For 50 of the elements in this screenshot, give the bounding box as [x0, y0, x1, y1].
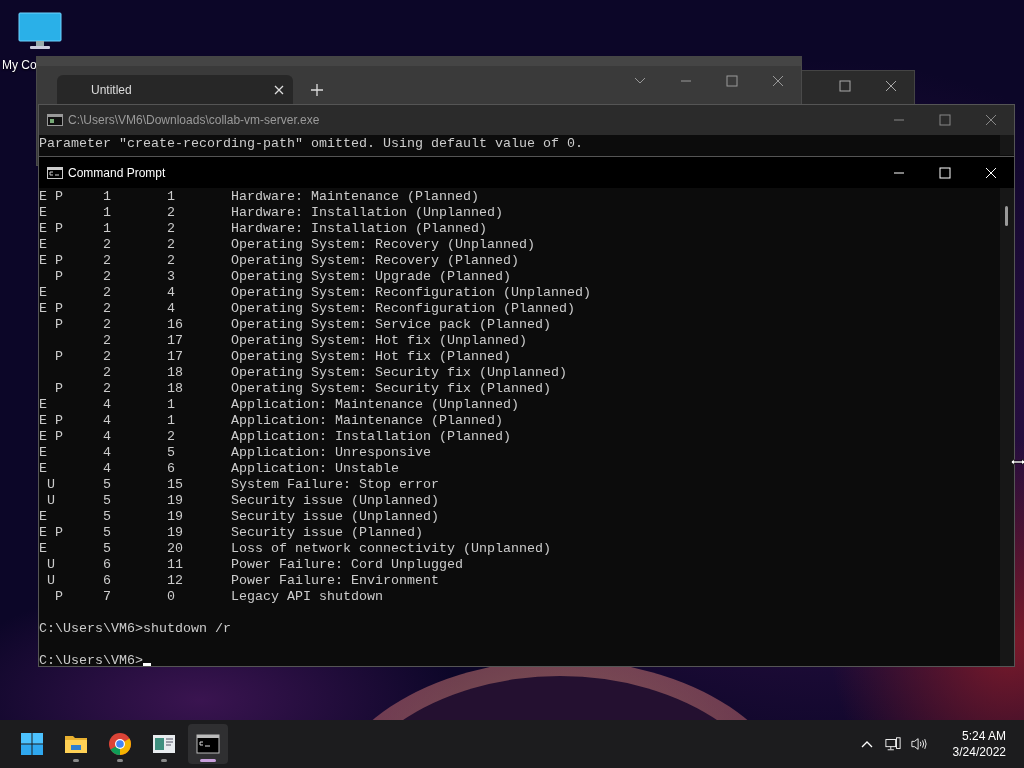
terminal-icon — [196, 732, 220, 756]
tab[interactable]: Untitled — [57, 75, 293, 105]
terminal-line: E P 4 1 Application: Maintenance (Planned) — [39, 413, 504, 429]
terminal-line: E 1 2 Hardware: Installation (Unplanned) — [39, 205, 504, 221]
terminal-line: U 5 19 Security issue (Unplanned) — [46, 493, 440, 509]
close-icon[interactable] — [273, 84, 285, 96]
plus-icon[interactable] — [310, 83, 324, 97]
terminal-line: U 5 15 System Failure: Stop error — [46, 477, 440, 493]
terminal-line: 2 18 Operating System: Security fix (Unplanned) — [102, 365, 568, 381]
taskbar-button[interactable] — [188, 724, 228, 764]
window-title: C:\Users\VM6\Downloads\collab-vm-server.exe — [68, 113, 320, 127]
terminal-line: P 7 0 Legacy API shutdown — [54, 589, 384, 605]
volume-icon[interactable] — [910, 736, 927, 752]
terminal-line: E 5 20 Loss of network connectivity (Unplanned) — [39, 541, 552, 557]
terminal-line: E 5 19 Security issue (Unplanned) — [39, 509, 440, 525]
terminal-line: E P 5 19 Security issue (Planned) — [39, 525, 424, 541]
terminal-line: P 2 17 Operating System: Hot fix (Planned) — [54, 349, 512, 365]
round-logo-icon — [108, 732, 132, 756]
terminal-line: E P 1 1 Hardware: Maintenance (Planned) — [39, 189, 480, 205]
prompt-text: C:\Users\VM6> — [39, 653, 143, 668]
terminal-line: E P 2 2 Operating System: Recovery (Planned) — [39, 253, 520, 269]
terminal-line: P 2 18 Operating System: Security fix (Planned) — [54, 381, 552, 397]
terminal-line: E 4 6 Application: Unstable — [39, 461, 400, 477]
window-title: Command Prompt — [68, 165, 166, 180]
terminal-line: E 2 2 Operating System: Recovery (Unplanned) — [39, 237, 536, 253]
clock-button[interactable]: 5:24 AM 3/24/2022 — [952, 728, 1006, 760]
scrollbar[interactable] — [1000, 188, 1014, 666]
terminal-line: E 4 5 Application: Unresponsive — [39, 445, 432, 461]
terminal-line: E 2 4 Operating System: Reconfiguration (Unplanned) — [39, 285, 592, 301]
terminal-line: U 6 11 Power Failure: Cord Unplugged — [46, 557, 464, 573]
app-window-icon — [152, 732, 176, 756]
network-icon[interactable] — [884, 736, 901, 752]
terminal-line: E P 1 2 Hardware: Installation (Planned) — [39, 221, 488, 237]
terminal-line: Parameter "create-recording-path" omitted. Using default value of 0. — [39, 136, 584, 152]
terminal-line: C:\Users\VM6>shutdown /r — [39, 621, 232, 637]
terminal-line: E P 4 2 Application: Installation (Planned) — [39, 429, 512, 445]
terminal-line: E 4 1 Application: Maintenance (Unplanned) — [39, 397, 520, 413]
terminal-line: U 6 12 Power Failure: Environment — [46, 573, 440, 589]
desktop-icon-label[interactable]: My Co — [2, 58, 37, 72]
terminal-line: P 2 16 Operating System: Service pack (Planned) — [54, 317, 552, 333]
scrollbar[interactable] — [1000, 135, 1014, 155]
terminal-line: P 2 3 Operating System: Upgrade (Planned) — [54, 269, 512, 285]
terminal-icon — [47, 166, 63, 179]
monitor-icon[interactable] — [18, 12, 62, 50]
text-cursor — [143, 663, 151, 666]
terminal-line: E P 2 4 Operating System: Reconfiguration (Planned) — [39, 301, 576, 317]
console-icon — [47, 114, 63, 126]
terminal-line: 2 17 Operating System: Hot fix (Unplanned) — [102, 333, 528, 349]
scrollbar-thumb[interactable] — [1005, 206, 1008, 226]
windows-logo-icon — [20, 732, 44, 756]
